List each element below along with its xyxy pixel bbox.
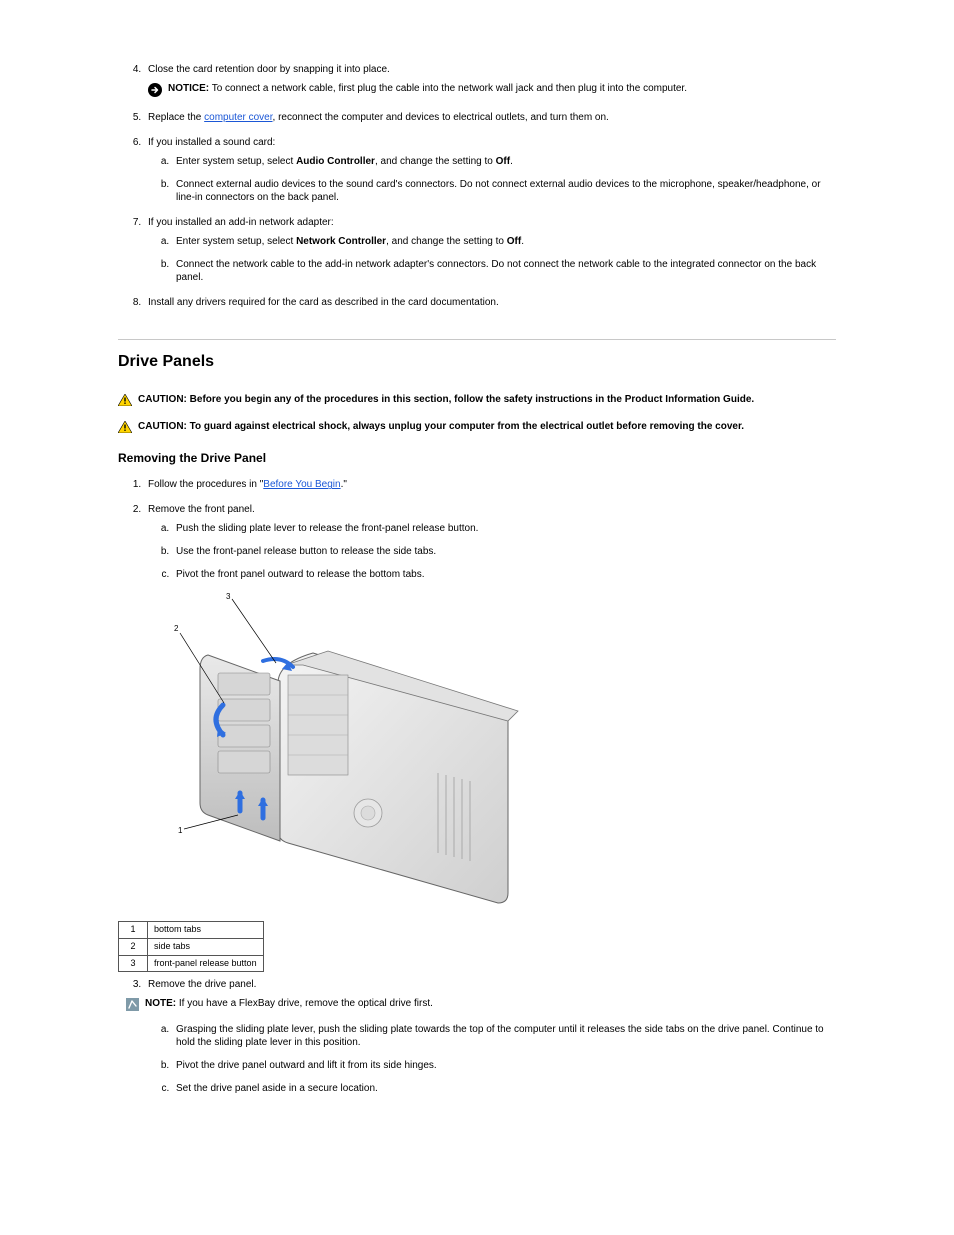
legend-row: 3front-panel release button: [119, 955, 264, 972]
step8-text: Install any drivers required for the car…: [148, 297, 499, 308]
step-4: Close the card retention door by snappin…: [144, 63, 836, 99]
caution-2: CAUTION: To guard against electrical sho…: [118, 420, 836, 437]
document-page: Close the card retention door by snappin…: [0, 0, 954, 1235]
caution1-label: CAUTION:: [138, 394, 187, 405]
caution2-body: CAUTION: To guard against electrical sho…: [138, 420, 836, 433]
rstep3-text: Remove the drive panel.: [148, 979, 256, 990]
before-you-begin-link[interactable]: Before You Begin: [263, 479, 340, 490]
note-body: NOTE: If you have a FlexBay drive, remov…: [145, 997, 836, 1010]
r2c: Pivot the front panel outward to release…: [176, 569, 424, 580]
rstep-3c: Set the drive panel aside in a secure lo…: [172, 1082, 836, 1095]
note-icon: [126, 998, 139, 1013]
legend-label: side tabs: [148, 939, 264, 956]
legend-label: bottom tabs: [148, 922, 264, 939]
r3b: Pivot the drive panel outward and lift i…: [176, 1060, 437, 1071]
subsection-title: Removing the Drive Panel: [118, 451, 836, 467]
svg-text:1: 1: [178, 826, 183, 835]
caution1-body: CAUTION: Before you begin any of the pro…: [138, 393, 836, 406]
step-7b: Connect the network cable to the add-in …: [172, 258, 836, 284]
r2b: Use the front-panel release button to re…: [176, 546, 436, 557]
s7a-b2: Off: [507, 236, 521, 247]
legend-label: front-panel release button: [148, 955, 264, 972]
note-block: NOTE: If you have a FlexBay drive, remov…: [126, 997, 836, 1013]
legend-row: 2side tabs: [119, 939, 264, 956]
notice-text: To connect a network cable, first plug t…: [212, 83, 687, 94]
s6a-b2: Off: [496, 156, 510, 167]
rstep2-text: Remove the front panel.: [148, 504, 255, 515]
rstep2-sub: Push the sliding plate lever to release …: [156, 522, 836, 581]
s7a-a: Enter system setup, select: [176, 236, 296, 247]
step-8: Install any drivers required for the car…: [144, 296, 836, 309]
step-7: If you installed an add-in network adapt…: [144, 216, 836, 284]
step-6b: Connect external audio devices to the so…: [172, 178, 836, 204]
r3c: Set the drive panel aside in a secure lo…: [176, 1083, 378, 1094]
svg-text:2: 2: [174, 624, 179, 633]
rstep1-lead: Follow the procedures in ": [148, 479, 263, 490]
step-6: If you installed a sound card: Enter sys…: [144, 136, 836, 204]
s7b-text: Connect the network cable to the add-in …: [176, 259, 816, 283]
step4-text: Close the card retention door by snappin…: [148, 64, 390, 75]
note-text: If you have a FlexBay drive, remove the …: [179, 998, 433, 1009]
s6b-text: Connect external audio devices to the so…: [176, 179, 821, 203]
r3a: Grasping the sliding plate lever, push t…: [176, 1024, 824, 1048]
notice-body: NOTICE: To connect a network cable, firs…: [168, 82, 836, 95]
rstep-2c: Pivot the front panel outward to release…: [172, 568, 836, 581]
rstep-3: Remove the drive panel. NOTE: If you hav…: [144, 978, 836, 1095]
note-label: NOTE:: [145, 998, 176, 1009]
rstep-1: Follow the procedures in "Before You Beg…: [144, 478, 836, 491]
rstep-3b: Pivot the drive panel outward and lift i…: [172, 1059, 836, 1072]
drive-panel-figure: 1 2 3: [168, 593, 836, 913]
rstep-2b: Use the front-panel release button to re…: [172, 545, 836, 558]
caution-icon: [118, 421, 132, 437]
remove-steps: Follow the procedures in "Before You Beg…: [128, 478, 836, 581]
caution2-text: To guard against electrical shock, alway…: [190, 421, 744, 432]
legend-num: 3: [119, 955, 148, 972]
caution1-text: Before you begin any of the procedures i…: [190, 394, 755, 405]
caution-1: CAUTION: Before you begin any of the pro…: [118, 393, 836, 410]
legend-num: 2: [119, 939, 148, 956]
s7a-b: , and change the setting to: [386, 236, 507, 247]
legend-num: 1: [119, 922, 148, 939]
s6a-c: .: [510, 156, 513, 167]
step7-text: If you installed an add-in network adapt…: [148, 217, 334, 228]
s6a-b: , and change the setting to: [375, 156, 496, 167]
s7a-b1: Network Controller: [296, 236, 386, 247]
section-divider: [118, 339, 836, 340]
caution2-label: CAUTION:: [138, 421, 187, 432]
computer-cover-link[interactable]: computer cover: [204, 112, 272, 123]
rstep-2: Remove the front panel. Push the sliding…: [144, 503, 836, 581]
notice-icon: [148, 83, 162, 99]
s6a-b1: Audio Controller: [296, 156, 375, 167]
r2a: Push the sliding plate lever to release …: [176, 523, 478, 534]
steps-list: Close the card retention door by snappin…: [128, 63, 836, 309]
step6-text: If you installed a sound card:: [148, 137, 275, 148]
legend-row: 1bottom tabs: [119, 922, 264, 939]
s7a-c: .: [521, 236, 524, 247]
section-title: Drive Panels: [118, 352, 836, 373]
rstep-2a: Push the sliding plate lever to release …: [172, 522, 836, 535]
step-6a: Enter system setup, select Audio Control…: [172, 155, 836, 168]
rstep3-sub: Grasping the sliding plate lever, push t…: [156, 1023, 836, 1095]
s6a-a: Enter system setup, select: [176, 156, 296, 167]
step5-lead: Replace the: [148, 112, 204, 123]
step7-sub: Enter system setup, select Network Contr…: [156, 235, 836, 284]
caution-icon: [118, 394, 132, 410]
notice-label: NOTICE:: [168, 83, 209, 94]
notice-block: NOTICE: To connect a network cable, firs…: [148, 82, 836, 99]
remove-steps-cont: Remove the drive panel. NOTE: If you hav…: [128, 978, 836, 1095]
rstep1-tail: .": [341, 479, 347, 490]
figure-legend: 1bottom tabs2side tabs3front-panel relea…: [118, 921, 264, 972]
step-7a: Enter system setup, select Network Contr…: [172, 235, 836, 248]
step6-sub: Enter system setup, select Audio Control…: [156, 155, 836, 204]
step5-tail: , reconnect the computer and devices to …: [273, 112, 609, 123]
rstep-3a: Grasping the sliding plate lever, push t…: [172, 1023, 836, 1049]
step-5: Replace the computer cover, reconnect th…: [144, 111, 836, 124]
svg-text:3: 3: [226, 593, 231, 601]
